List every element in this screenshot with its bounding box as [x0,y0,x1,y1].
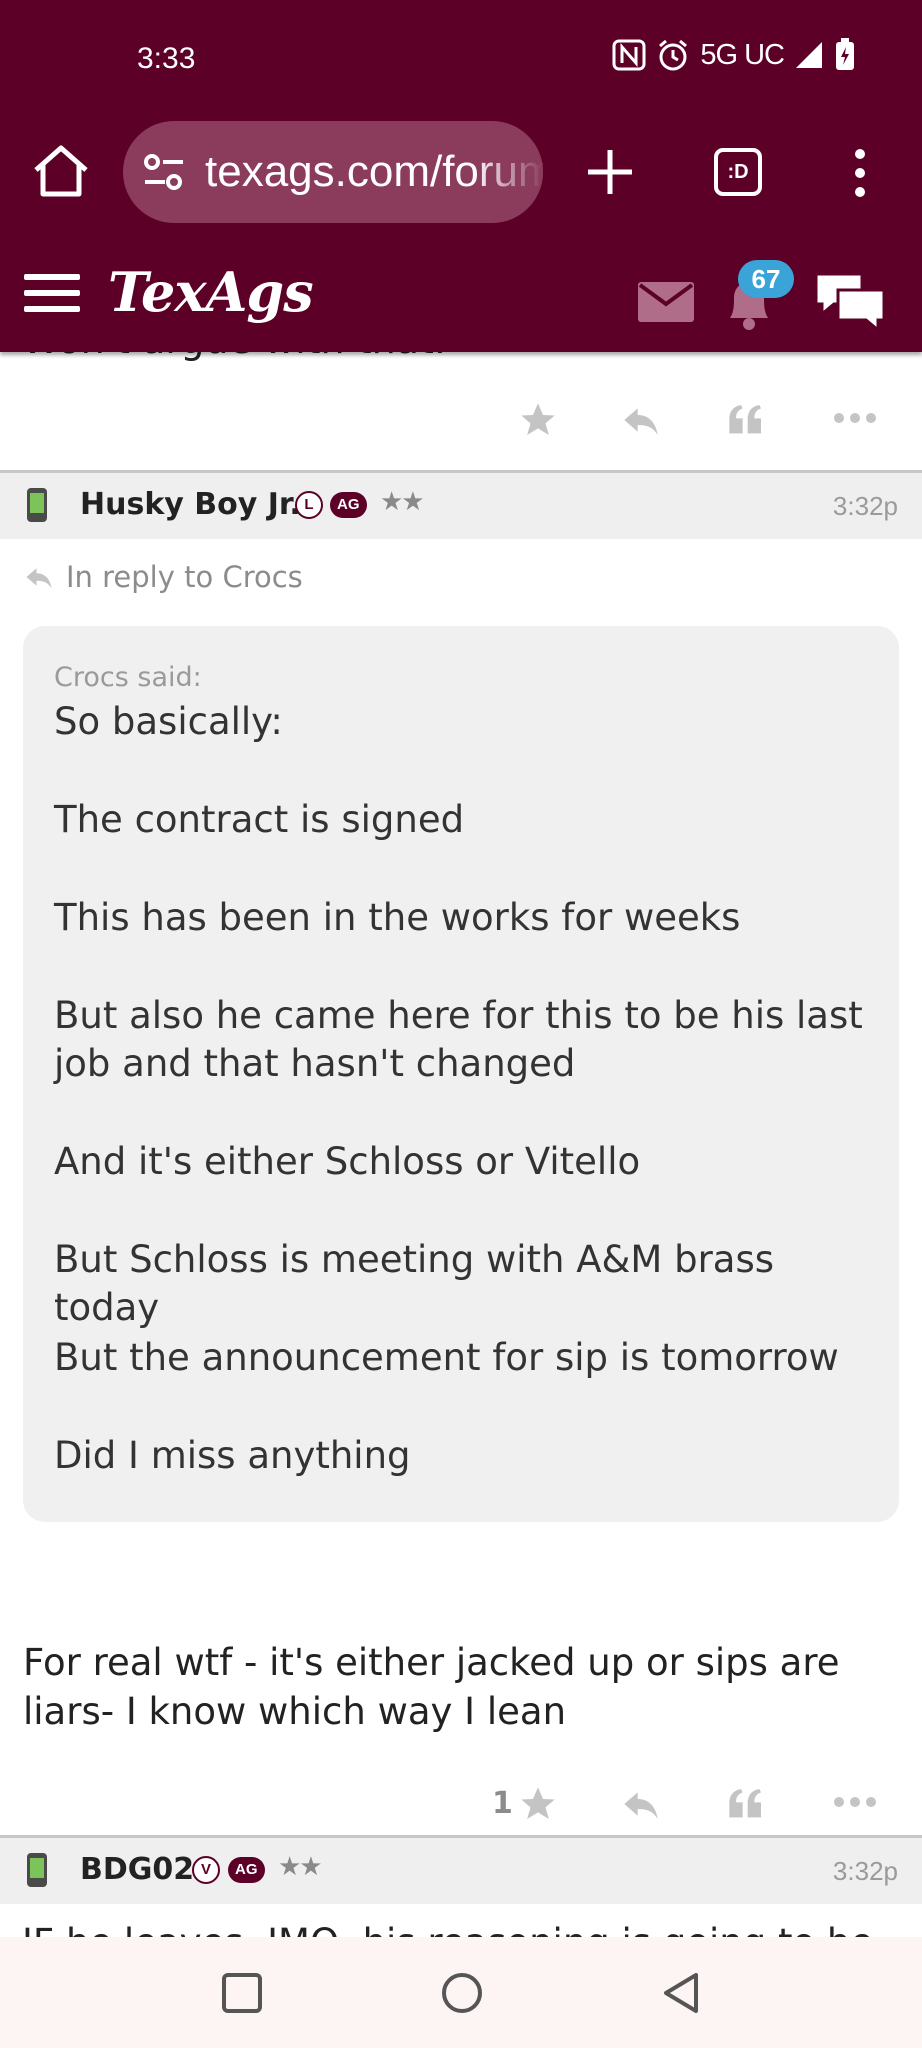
browser-chrome: 3:33 5G UC texags.com/forums :D [0,0,922,260]
ag-badge: AG [330,492,367,518]
quote-icon[interactable] [726,400,766,440]
next-post-header: BDG02 V AG ★★ 3:32p [0,1838,922,1904]
ag-badge: AG [228,1857,265,1883]
reply-icon[interactable] [620,400,662,440]
previous-post-text: Won't argue with that. [22,352,446,362]
new-tab-icon[interactable] [580,142,640,202]
quote-box: Crocs said: So basically: The contract i… [23,626,899,1522]
mobile-phone-icon [27,488,47,522]
member-badge: V [192,1856,220,1884]
signal-icon [796,42,822,68]
quote-line: But Schloss is meeting with A&M brass to… [54,1238,775,1329]
site-header: TexAgs 67 [0,260,922,352]
reply-icon [26,568,52,589]
system-nav-bar [0,1937,922,2048]
home-icon[interactable] [30,140,92,202]
next-post-author[interactable]: BDG02 [80,1852,194,1887]
star-icon[interactable] [518,1784,558,1824]
menu-icon[interactable] [24,274,80,318]
battery-icon [836,38,854,70]
post-author[interactable]: Husky Boy Jr. [80,487,301,522]
next-post-time: 3:32p [832,1856,898,1886]
quote-line: Did I miss anything [54,1434,411,1477]
quote-line: But the announcement for sip is tomorrow [54,1336,839,1379]
network-label: 5G UC [700,38,785,71]
nfc-icon [612,39,646,71]
site-logo[interactable]: TexAgs [108,260,314,324]
star-icon[interactable] [518,400,558,440]
notification-count-badge[interactable]: 67 [738,260,794,298]
quote-line: And it's either Schloss or Vitello [54,1140,641,1183]
back-icon[interactable] [656,1967,708,2019]
more-menu-icon[interactable] [850,148,870,198]
mobile-phone-icon [27,1853,47,1887]
recents-icon[interactable] [216,1967,268,2019]
next-post-body: IF he leaves, IMO, his reasoning is goin… [22,1921,873,1937]
tab-switcher-button[interactable]: :D [714,148,762,196]
more-options-icon[interactable] [832,410,878,426]
post-actions: 1 [0,1764,922,1844]
status-icons: 5G UC [612,38,856,72]
alarm-icon [659,39,688,71]
quote-line: The contract is signed [54,798,465,841]
rating-stars: ★★ [380,487,425,517]
site-settings-icon[interactable] [143,153,185,191]
url-bar[interactable]: texags.com/forums [123,121,543,223]
thread-content: Won't argue with that. Husky Boy Jr. L A… [0,352,922,1937]
mail-icon[interactable] [638,282,694,322]
previous-post-actions [0,380,922,460]
home-nav-icon[interactable] [436,1967,488,2019]
status-time: 3:33 [137,42,196,75]
more-options-icon[interactable] [832,1794,878,1810]
quote-line: So basically: [54,700,283,743]
in-reply-to-link[interactable]: In reply to Crocs [22,560,303,594]
reply-icon[interactable] [620,1784,662,1824]
member-badge: L [295,491,323,519]
quote-author: Crocs said: [54,662,202,693]
quote-icon[interactable] [726,1784,766,1824]
quote-line: But also he came here for this to be his… [54,994,863,1085]
post-header: Husky Boy Jr. L AG ★★ 3:32p [0,473,922,539]
post-time: 3:32p [832,491,898,521]
in-reply-to-text: In reply to Crocs [66,560,303,594]
post-body: For real wtf - it's either jacked up or … [23,1641,840,1733]
rating-stars: ★★ [278,1852,323,1882]
star-count: 1 [492,1786,513,1821]
chat-icon[interactable] [812,268,888,334]
quote-line: This has been in the works for weeks [54,896,741,939]
